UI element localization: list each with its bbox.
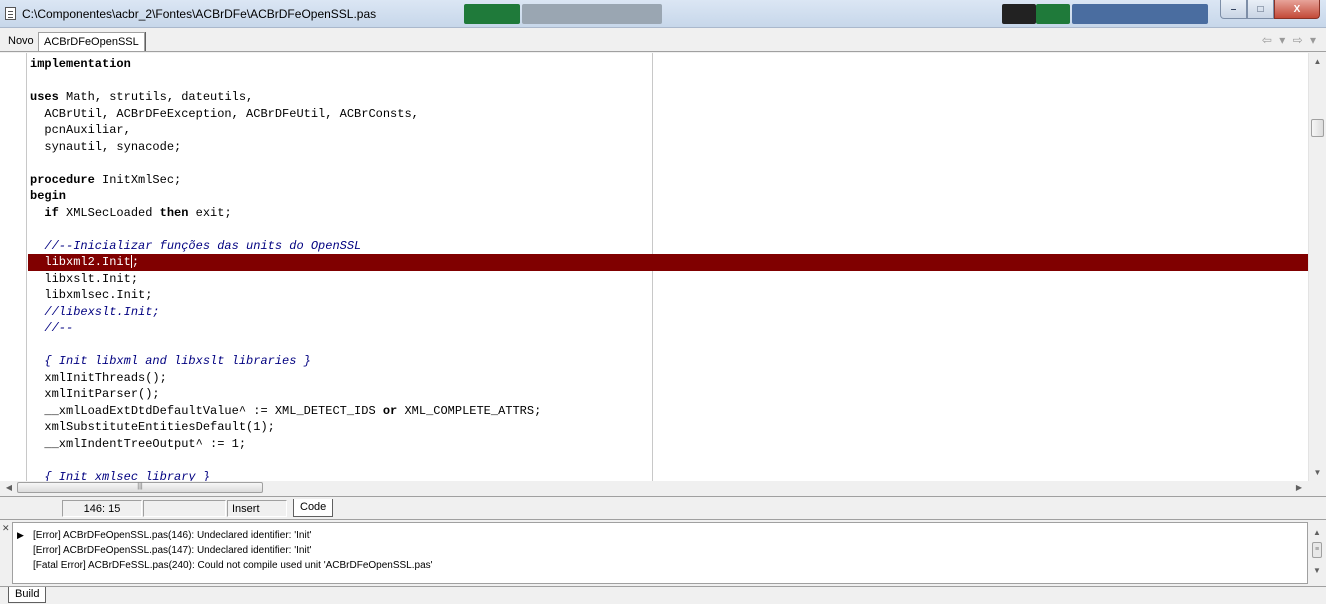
code-area[interactable]: implementation uses Math, strutils, date… bbox=[28, 56, 1308, 481]
code-editor[interactable]: implementation uses Math, strutils, date… bbox=[0, 53, 1326, 481]
code-text: ACBrUtil, ACBrDFeException, ACBrDFeUtil,… bbox=[30, 106, 419, 121]
taskbar-thumbnail bbox=[1002, 4, 1036, 24]
code-text: InitXmlSec; bbox=[94, 172, 182, 187]
scrollbar-thumb[interactable]: ||| bbox=[17, 482, 263, 493]
window-controls: – □ X bbox=[1220, 0, 1320, 20]
code-line: libxslt.Init; bbox=[28, 271, 1308, 288]
editor-horizontal-scrollbar[interactable]: ◀ ||| ▶ bbox=[0, 481, 1326, 494]
close-icon[interactable]: ✕ bbox=[2, 523, 10, 534]
taskbar-thumbnail bbox=[522, 4, 662, 24]
code-text: //-- bbox=[30, 321, 74, 335]
code-line: xmlInitParser(); bbox=[28, 386, 1308, 403]
code-text: libxml2.Init; bbox=[30, 255, 140, 269]
code-text: { Init xmlsec library } bbox=[30, 469, 211, 482]
maximize-button[interactable]: □ bbox=[1247, 0, 1274, 19]
window-title: C:\Componentes\acbr_2\Fontes\ACBrDFe\ACB… bbox=[22, 7, 377, 21]
code-text: synautil, synacode; bbox=[30, 139, 182, 154]
modified-indicator bbox=[143, 500, 226, 517]
code-text: pcnAuxiliar, bbox=[30, 123, 131, 137]
taskbar-thumbnail bbox=[464, 4, 520, 24]
document-icon bbox=[5, 7, 16, 20]
code-line-highlighted: libxml2.Init; bbox=[28, 254, 1308, 271]
message-row[interactable]: [Error] ACBrDFeOpenSSL.pas(147): Undecla… bbox=[13, 543, 1307, 558]
scroll-up-icon[interactable]: ▲ bbox=[1309, 528, 1325, 542]
code-line: xmlInitThreads(); bbox=[28, 370, 1308, 387]
code-line: begin bbox=[28, 188, 1308, 205]
code-text: //libexslt.Init; bbox=[30, 304, 160, 319]
code-text: libxslt.Init; bbox=[30, 271, 139, 286]
scroll-up-icon[interactable]: ▲ bbox=[1309, 53, 1326, 70]
scroll-down-icon[interactable]: ▼ bbox=[1309, 464, 1326, 481]
bottom-tab-bar: Build bbox=[0, 586, 1326, 604]
code-line: procedure InitXmlSec; bbox=[30, 172, 182, 187]
editor-status-bar: 146: 15 Insert Code bbox=[0, 496, 1326, 518]
code-text: Math, strutils, dateutils, bbox=[58, 90, 254, 104]
code-line: ACBrUtil, ACBrDFeException, ACBrDFeUtil,… bbox=[28, 106, 1308, 123]
scroll-right-icon[interactable]: ▶ bbox=[1292, 481, 1306, 494]
close-button[interactable]: X bbox=[1274, 0, 1320, 19]
code-line: { Init libxml and libxslt libraries } bbox=[28, 353, 1308, 370]
messages-panel: ✕ ▶ [Error] ACBrDFeOpenSSL.pas(146): Und… bbox=[0, 519, 1326, 586]
message-list[interactable]: ▶ [Error] ACBrDFeOpenSSL.pas(146): Undec… bbox=[12, 522, 1308, 584]
code-line: synautil, synacode; bbox=[28, 139, 1308, 156]
message-text: [Fatal Error] ACBrDFeSSL.pas(240): Could… bbox=[33, 560, 433, 571]
message-row[interactable]: [Fatal Error] ACBrDFeSSL.pas(240): Could… bbox=[13, 558, 1307, 573]
code-line: implementation bbox=[28, 56, 1308, 73]
navigation-arrows[interactable]: ⇦ ▾ ⇨ ▾ bbox=[1262, 33, 1318, 47]
insert-mode: Insert bbox=[227, 500, 287, 517]
editor-vertical-scrollbar[interactable]: ▲ ▼ bbox=[1308, 53, 1326, 481]
code-line: libxmlsec.Init; bbox=[28, 287, 1308, 304]
message-text: [Error] ACBrDFeOpenSSL.pas(147): Undecla… bbox=[33, 545, 312, 556]
code-text: libxmlsec.Init; bbox=[30, 288, 153, 302]
tab-novo[interactable]: Novo bbox=[3, 32, 39, 51]
current-message-arrow-icon: ▶ bbox=[17, 530, 24, 540]
code-text: xmlInitThreads(); bbox=[30, 370, 167, 385]
taskbar-thumbnail bbox=[1072, 4, 1208, 24]
tab-code[interactable]: Code bbox=[293, 499, 334, 517]
code-line: if XMLSecLoaded then exit; bbox=[28, 205, 1308, 222]
code-line: //--Inicializar funções das units do Ope… bbox=[28, 238, 1308, 255]
code-line: uses Math, strutils, dateutils, bbox=[30, 90, 254, 104]
scrollbar-thumb[interactable] bbox=[1311, 119, 1324, 137]
message-text: [Error] ACBrDFeOpenSSL.pas(146): Undecla… bbox=[33, 530, 312, 541]
scroll-left-icon[interactable]: ◀ bbox=[2, 481, 16, 494]
code-text: //--Inicializar funções das units do Ope… bbox=[30, 238, 362, 253]
code-line: { Init xmlsec library } bbox=[28, 469, 1308, 482]
code-text: if XMLSecLoaded then exit; bbox=[44, 205, 232, 220]
editor-gutter bbox=[0, 53, 27, 481]
message-row[interactable]: ▶ [Error] ACBrDFeOpenSSL.pas(146): Undec… bbox=[13, 528, 1307, 543]
code-line: __xmlIndentTreeOutput^ := 1; bbox=[28, 436, 1308, 453]
code-text: { Init libxml and libxslt libraries } bbox=[30, 354, 311, 368]
tab-acbrdfeopenssl[interactable]: ACBrDFeOpenSSL bbox=[38, 32, 145, 51]
code-text: implementation bbox=[30, 57, 131, 71]
cursor-position: 146: 15 bbox=[62, 500, 142, 517]
code-line: //-- bbox=[28, 320, 1308, 337]
minimize-button[interactable]: – bbox=[1220, 0, 1247, 19]
code-line: __xmlLoadExtDtdDefaultValue^ := XML_DETE… bbox=[28, 403, 1308, 420]
window-title-bar: C:\Componentes\acbr_2\Fontes\ACBrDFe\ACB… bbox=[0, 0, 1326, 28]
code-line: pcnAuxiliar, bbox=[28, 122, 1308, 139]
editor-tab-bar: Novo ACBrDFeOpenSSL ⇦ ▾ ⇨ ▾ bbox=[0, 29, 1326, 52]
messages-scrollbar[interactable]: ▲ ≡ ▼ bbox=[1309, 522, 1325, 584]
code-text: xmlInitParser(); bbox=[30, 387, 160, 401]
taskbar-thumbnail bbox=[1036, 4, 1070, 24]
scrollbar-thumb[interactable]: ≡ bbox=[1312, 542, 1322, 558]
code-text: __xmlIndentTreeOutput^ := 1; bbox=[30, 436, 247, 451]
code-text: __xmlLoadExtDtdDefaultValue^ := XML_DETE… bbox=[30, 403, 542, 418]
code-line: //libexslt.Init; bbox=[28, 304, 1308, 321]
tab-build[interactable]: Build bbox=[8, 587, 47, 603]
code-text: xmlSubstituteEntitiesDefault(1); bbox=[30, 420, 275, 434]
code-line: xmlSubstituteEntitiesDefault(1); bbox=[28, 419, 1308, 436]
scroll-down-icon[interactable]: ▼ bbox=[1309, 566, 1325, 580]
code-text: begin bbox=[30, 189, 67, 203]
